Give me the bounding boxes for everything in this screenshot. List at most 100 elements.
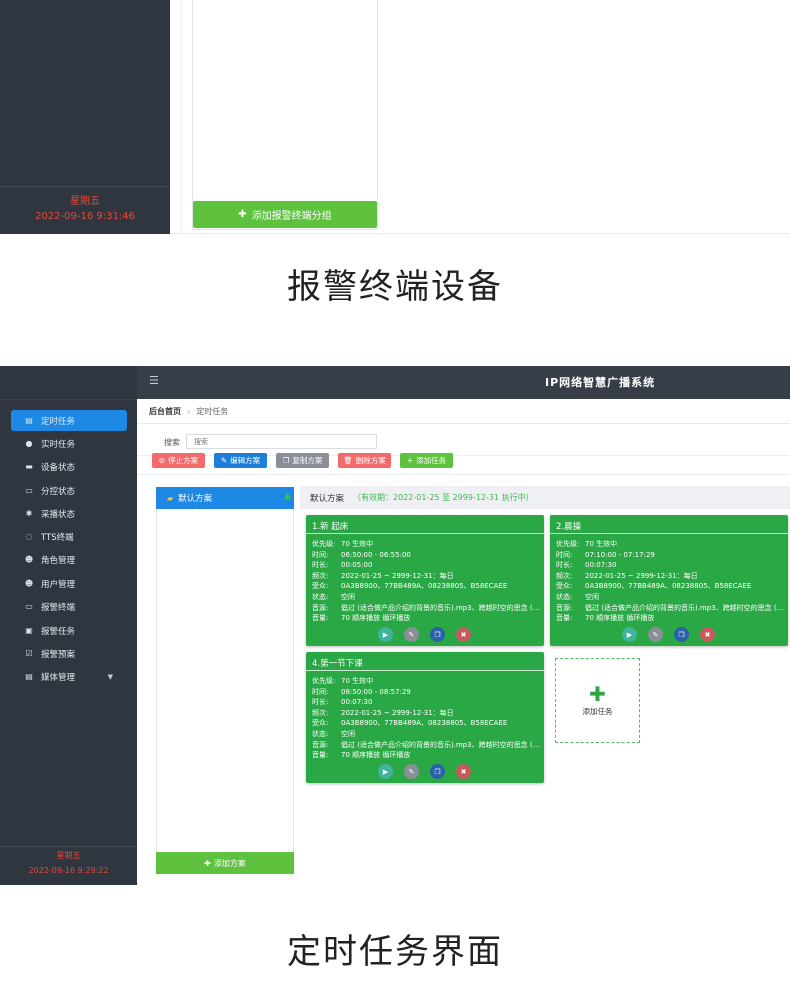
task-field-label: 状态: <box>556 592 573 601</box>
trash-icon[interactable]: ✖ <box>456 627 471 642</box>
edit-icon[interactable]: ✎ <box>404 764 419 779</box>
search-input[interactable] <box>186 434 377 449</box>
breadcrumb-current: 定时任务 <box>196 407 229 416</box>
plus-icon: + <box>406 456 414 465</box>
task-field-label: 状态: <box>312 592 329 601</box>
divider <box>137 474 790 475</box>
task-field-label: 频次: <box>312 708 329 717</box>
task-field-value: 2022-01-25 ~ 2999-12-31：每日 <box>585 571 698 580</box>
task-card[interactable]: 2.晨操 优先级: 70 生效中 时间: 07:10:00 - 07:17:29 时… <box>550 515 788 646</box>
divider <box>181 0 182 234</box>
menu-toggle-icon[interactable]: ☰ <box>149 374 159 387</box>
trash-icon[interactable]: ✖ <box>456 764 471 779</box>
sidebar-item-label: 报警终端 <box>41 602 76 613</box>
play-icon[interactable]: ▶ <box>378 764 393 779</box>
add-task-card[interactable]: ✚ 添加任务 <box>555 658 640 743</box>
alarm-terminal-screenshot: 星期五 2022-09-16 9:31:46 ✚ 添加报警终端分组 <box>0 0 790 234</box>
task-field-value: 空闲 <box>585 592 599 601</box>
task-field-value: 70 顺序播放 循环播放 <box>341 614 411 623</box>
add-alarm-group-button[interactable]: ✚ 添加报警终端分组 <box>193 201 377 228</box>
add-task-button[interactable]: + 添加任务 <box>400 453 453 468</box>
top-header: ☰ IP网络智慧广播系统 <box>137 366 790 399</box>
sidebar-item-label: 采播状态 <box>41 509 76 520</box>
sidebar-item-alarm-plan[interactable]: ☑ 报警预案 <box>11 643 127 664</box>
sidebar-item-alarm-task[interactable]: ▣ 报警任务 <box>11 620 127 641</box>
trash-icon[interactable]: ✖ <box>700 627 715 642</box>
task-field-value: 70 顺序播放 循环播放 <box>585 614 655 623</box>
task-field-value: 70 生效中 <box>341 540 374 548</box>
sidebar-item-tts-terminal[interactable]: ◌ TTS终端 <box>11 526 127 547</box>
task-field-value: 00:07:30 <box>341 698 373 707</box>
trash-icon: 🗑 <box>343 456 353 465</box>
task-card[interactable]: 1.新 起床 优先级: 70 生效中 时间: 06:50:00 - 06:55:00… <box>306 515 544 646</box>
sidebar-item-scheduled-task[interactable]: ▤ 定时任务 <box>11 410 127 431</box>
task-field-label: 音量: <box>312 614 329 623</box>
folder-icon: ▰ <box>167 493 174 503</box>
task-card-title: 4.第一节下课 <box>306 652 544 671</box>
copy-icon[interactable]: ❐ <box>674 627 689 642</box>
stop-plan-label: 停止方案 <box>168 456 199 465</box>
edit-icon[interactable]: ✎ <box>648 627 663 642</box>
task-field-value: 0A3B8900、77BB489A、08238805、B58ECAEE <box>341 582 508 591</box>
add-plan-label: 添加方案 <box>213 858 246 868</box>
copy-plan-button[interactable]: ❐ 复制方案 <box>276 453 329 468</box>
breadcrumb-home[interactable]: 后台首页 <box>149 407 181 416</box>
task-field-label: 时长: <box>312 698 329 707</box>
add-alarm-group-label: 添加报警终端分组 <box>251 211 332 222</box>
sidebar-item-label: 分控状态 <box>41 486 76 497</box>
sidebar-item-device-status[interactable]: ▬ 设备状态 <box>11 456 127 477</box>
task-card[interactable]: 4.第一节下课 优先级: 70 生效中 时间: 08:50:00 - 08:57:2… <box>306 652 544 783</box>
sidebar-item-label: 报警任务 <box>41 626 76 637</box>
task-field-label: 时间: <box>312 550 329 559</box>
sidebar-item-role-management[interactable]: ☻ 角色管理 <box>11 549 127 570</box>
breadcrumb: 后台首页 › 定时任务 <box>149 406 228 417</box>
play-icon[interactable]: ▶ <box>378 627 393 642</box>
edit-icon[interactable]: ✎ <box>404 627 419 642</box>
task-field-value: 00:05:00 <box>341 561 373 570</box>
plan-header: 默认方案 （有效期：2022-01-25 至 2999-12-31 执行中） <box>300 486 790 509</box>
sidebar-item-user-management[interactable]: ☻ 用户管理 <box>11 573 127 594</box>
sidebar-item-label: 实时任务 <box>41 439 76 450</box>
task-field-value: 70 生效中 <box>341 677 374 685</box>
task-field-value: 2022-01-25 ~ 2999-12-31：每日 <box>341 708 454 717</box>
sidebar-item-realtime-task[interactable]: ● 实时任务 <box>11 433 127 454</box>
divider <box>0 846 137 847</box>
clock-datetime: 2022-09-16 9:29:22 <box>28 866 109 875</box>
copy-icon: ❐ <box>282 456 290 465</box>
task-field-label: 音源: <box>556 603 573 612</box>
task-field-value: 倡过 (适合做产品介绍的背景的音乐).mp3、跨越时空的思念 (鹿... <box>341 740 544 749</box>
sidebar: ▤ 定时任务 ● 实时任务 ▬ 设备状态 ▭ 分控状态 ✱ 采播状态 ◌ TTS… <box>0 366 137 885</box>
sidebar-item-alarm-terminal[interactable]: ▭ 报警终端 <box>11 596 127 617</box>
stop-icon: ⊘ <box>158 456 166 465</box>
delete-plan-button[interactable]: 🗑 删除方案 <box>338 453 391 468</box>
breadcrumb-separator-icon: › <box>187 407 191 416</box>
task-field-value: 06:50:00 - 06:55:00 <box>341 550 411 559</box>
plan-list-item[interactable]: ▰ 默认方案 ▲ <box>156 487 294 509</box>
group-panel <box>192 0 378 230</box>
weekday-label: 星期五 <box>56 851 81 860</box>
copy-icon[interactable]: ❐ <box>430 764 445 779</box>
sidebar-item-label: 用户管理 <box>41 579 76 590</box>
task-field-value: 倡过 (适合做产品介绍的背景的音乐).mp3、跨越时空的思念 (鹿... <box>585 603 788 612</box>
plus-icon: ✚ <box>204 858 211 868</box>
chat-icon: ◌ <box>25 532 33 541</box>
task-field-value: 2022-01-25 ~ 2999-12-31：每日 <box>341 571 454 580</box>
sidebar-item-media-management[interactable]: ▤ 媒体管理 ▼ <box>11 666 127 687</box>
task-field-value: 空闲 <box>341 729 355 738</box>
play-icon[interactable]: ▶ <box>622 627 637 642</box>
tree-icon: ▲ <box>284 491 291 501</box>
stop-plan-button[interactable]: ⊘ 停止方案 <box>152 453 205 468</box>
add-plan-button[interactable]: ✚ 添加方案 <box>156 852 294 874</box>
edit-plan-button[interactable]: ✎ 编辑方案 <box>214 453 267 468</box>
task-card-title: 1.新 起床 <box>306 515 544 534</box>
add-task-card-label: 添加任务 <box>582 706 613 716</box>
pin-icon: ● <box>25 439 33 448</box>
app-title: IP网络智慧广播系统 <box>545 376 656 389</box>
task-field-label: 频次: <box>312 571 329 580</box>
sidebar-item-capture-status[interactable]: ✱ 采播状态 <box>11 503 127 524</box>
plus-icon: ✚ <box>238 209 247 220</box>
sidebar-item-label: 角色管理 <box>41 555 76 566</box>
sidebar-item-subcontrol-status[interactable]: ▭ 分控状态 <box>11 480 127 501</box>
task-field-value: 0A3B8900、77BB489A、08238805、B58ECAEE <box>341 719 508 728</box>
copy-icon[interactable]: ❐ <box>430 627 445 642</box>
